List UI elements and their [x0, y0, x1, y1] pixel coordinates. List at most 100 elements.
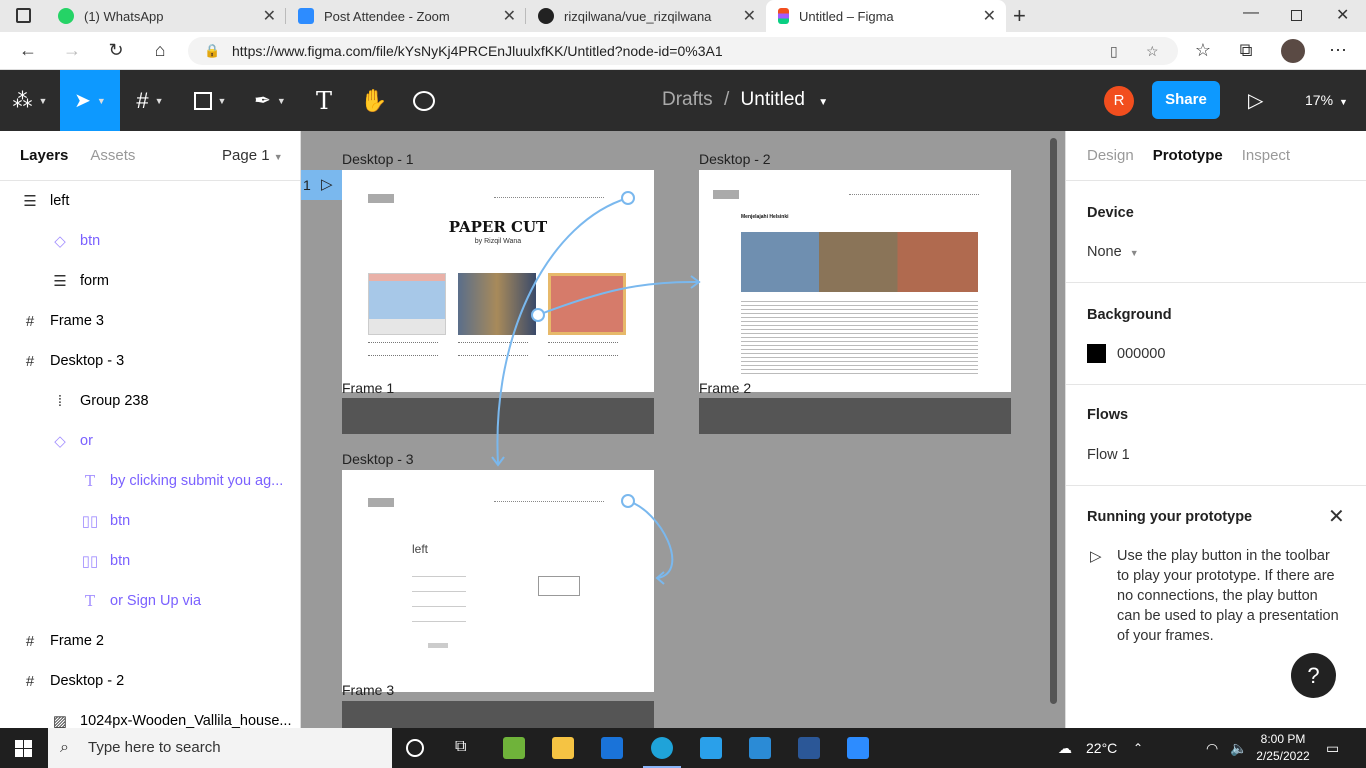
user-avatar[interactable]: R: [1104, 86, 1134, 116]
layer-row[interactable]: ◇ btn: [0, 221, 300, 261]
layer-row[interactable]: Tor Sign Up via: [0, 581, 300, 621]
frame-tool-button[interactable]: # ▼: [120, 70, 180, 131]
flows-section: Flows Flow 1: [1066, 385, 1366, 486]
taskbar-search[interactable]: ⌕ Type here to search: [48, 728, 392, 768]
tab-inspect[interactable]: Inspect: [1242, 147, 1290, 164]
comment-icon: [413, 90, 435, 111]
new-tab-icon[interactable]: +: [1013, 3, 1026, 29]
windows-start-icon[interactable]: [15, 740, 32, 757]
home-icon[interactable]: ⌂: [149, 40, 171, 61]
chevron-up-icon[interactable]: ⌃: [1133, 728, 1143, 768]
close-icon[interactable]: ✕: [1328, 504, 1345, 529]
store-icon[interactable]: [700, 737, 722, 759]
breadcrumb-drafts[interactable]: Drafts: [662, 89, 713, 110]
canvas[interactable]: 1 ▷ Desktop - 1 PAPER CUT by Rizqil Wana…: [301, 131, 1065, 728]
restore-icon[interactable]: [1291, 10, 1302, 21]
refresh-icon[interactable]: ↻: [105, 40, 127, 61]
favorite-add-icon[interactable]: ☆: [1146, 37, 1159, 65]
play-icon[interactable]: ▷: [1248, 88, 1263, 113]
back-icon[interactable]: ←: [17, 40, 39, 61]
profile-avatar[interactable]: [1281, 39, 1305, 63]
instance-icon: ▯▯: [81, 513, 99, 530]
weather-temp[interactable]: 22°C: [1086, 728, 1117, 768]
close-tab-icon[interactable]: ✕: [743, 6, 756, 26]
chevron-down-icon[interactable]: ▼: [818, 97, 828, 108]
taskbar: ⌕ Type here to search ⧉ ☁ 22°C ⌃ ◠ 🔈 8:0…: [0, 728, 1366, 768]
layer-name: by clicking submit you ag...: [110, 473, 284, 489]
text-icon: T: [315, 86, 332, 115]
tab-github[interactable]: rizqilwana/vue_rizqilwana ✕: [526, 0, 766, 32]
layer-row[interactable]: # Desktop - 2: [0, 661, 300, 701]
layer-name: btn: [110, 553, 131, 569]
collections-icon[interactable]: ⧉: [1235, 40, 1257, 61]
word-icon[interactable]: [798, 737, 820, 759]
close-tab-icon[interactable]: ✕: [983, 6, 996, 26]
clock[interactable]: 8:00 PM 2/25/2022: [1256, 731, 1310, 765]
edge-icon[interactable]: [651, 737, 673, 759]
file-name[interactable]: Untitled: [741, 89, 805, 110]
move-tool-button[interactable]: ➤ ▼: [60, 70, 120, 131]
close-tab-icon[interactable]: ✕: [503, 6, 516, 26]
forward-icon[interactable]: →: [61, 40, 83, 61]
mail-icon[interactable]: [601, 737, 623, 759]
notifications-icon[interactable]: ▭: [1326, 728, 1339, 768]
zoom-level[interactable]: 17% ▼: [1305, 92, 1348, 108]
main-menu-button[interactable]: ⁂ ▼: [0, 70, 60, 131]
url-field[interactable]: 🔒 https://www.figma.com/file/kYsNyKj4PRC…: [188, 37, 1178, 65]
layer-row[interactable]: ▯▯ btn: [0, 501, 300, 541]
tab-prototype[interactable]: Prototype: [1153, 147, 1223, 164]
weather-icon[interactable]: ☁: [1058, 728, 1072, 768]
minimize-icon[interactable]: —: [1243, 4, 1259, 22]
chevron-down-icon: ▼: [96, 95, 106, 106]
chevron-down-icon: ▼: [217, 95, 227, 106]
tab-design[interactable]: Design: [1087, 147, 1134, 164]
more-icon[interactable]: ⋯: [1327, 40, 1349, 61]
background-value[interactable]: 000000: [1117, 346, 1165, 362]
layer-row[interactable]: ☰ form: [0, 261, 300, 301]
close-tab-icon[interactable]: ✕: [263, 6, 276, 26]
task-view-icon[interactable]: ⧉: [455, 738, 466, 756]
close-window-icon[interactable]: ✕: [1336, 5, 1349, 25]
layer-name: or: [80, 433, 93, 449]
reader-icon[interactable]: ▯: [1110, 37, 1118, 65]
outlook-icon[interactable]: [749, 737, 771, 759]
network-icon[interactable]: ◠: [1206, 728, 1218, 768]
shape-tool-button[interactable]: ▼: [180, 70, 240, 131]
tab-assets[interactable]: Assets: [90, 147, 135, 164]
layer-row[interactable]: ☰ left: [0, 181, 300, 221]
text-icon: T: [84, 472, 95, 490]
device-select[interactable]: None ▼: [1087, 244, 1139, 260]
layer-name: Group 238: [80, 393, 149, 409]
layer-row[interactable]: # Frame 3: [0, 301, 300, 341]
file-explorer-icon[interactable]: [552, 737, 574, 759]
layer-row[interactable]: # Frame 2: [0, 621, 300, 661]
zoom-app-icon[interactable]: [847, 737, 869, 759]
volume-icon[interactable]: 🔈: [1230, 728, 1247, 768]
tab-zoom[interactable]: Post Attendee - Zoom ✕: [286, 0, 526, 32]
layer-row[interactable]: Tby clicking submit you ag...: [0, 461, 300, 501]
pen-tool-button[interactable]: ✒ ▼: [240, 70, 300, 131]
flow-item[interactable]: Flow 1: [1087, 447, 1130, 463]
frame-icon: #: [25, 632, 35, 650]
cortana-icon[interactable]: [406, 739, 424, 757]
layer-row[interactable]: ⁞ Group 238: [0, 381, 300, 421]
sticky-notes-icon[interactable]: [503, 737, 525, 759]
layer-row[interactable]: # Desktop - 3: [0, 341, 300, 381]
layer-row[interactable]: ▯▯ btn: [0, 541, 300, 581]
hand-tool-button[interactable]: ✋: [350, 70, 398, 131]
help-button[interactable]: ?: [1291, 653, 1336, 698]
text-tool-button[interactable]: T: [300, 70, 348, 131]
background-swatch[interactable]: [1087, 344, 1106, 363]
page-selector[interactable]: Page 1 ▼: [222, 147, 283, 164]
tab-layers[interactable]: Layers: [20, 147, 68, 164]
comment-tool-button[interactable]: [400, 70, 448, 131]
device-value: None: [1087, 244, 1122, 260]
tab-figma[interactable]: Untitled – Figma ✕: [766, 0, 1006, 32]
tab-actions-icon[interactable]: [16, 8, 31, 23]
canvas-scrollbar[interactable]: [1050, 138, 1057, 704]
tab-whatsapp[interactable]: (1) WhatsApp ✕: [46, 0, 286, 32]
layer-row[interactable]: ◇ or: [0, 421, 300, 461]
layer-name: 1024px-Wooden_Vallila_house...: [80, 713, 292, 729]
favorites-icon[interactable]: ☆: [1192, 40, 1214, 61]
share-button[interactable]: Share: [1152, 81, 1220, 119]
